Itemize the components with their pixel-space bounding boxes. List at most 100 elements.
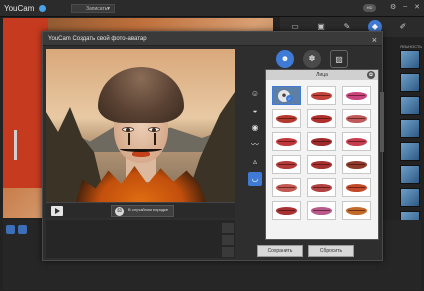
face-paint-stripe [128, 133, 130, 145]
preset-slot[interactable] [222, 247, 234, 257]
lips-swatch [276, 207, 297, 215]
preset-slot[interactable] [222, 235, 234, 245]
strip-label: ЯЛЬНОСТЬ [400, 44, 422, 49]
lips-swatch [346, 115, 367, 123]
palette-icon[interactable]: ✿ [367, 71, 375, 79]
record-dropdown[interactable]: Записать ▼ [71, 4, 115, 13]
face-mode-icon[interactable]: ☻ [276, 50, 294, 68]
lips-swatch [346, 161, 367, 169]
info-icon[interactable] [39, 5, 46, 12]
video-icon[interactable] [18, 225, 27, 234]
lips-option[interactable] [307, 201, 336, 220]
dialog-title: YouCam Создать свой фото-аватар × [43, 32, 382, 46]
lips-swatch [346, 207, 367, 215]
eyebrows-icon[interactable]: 〰 [248, 138, 262, 152]
lips-swatch [276, 184, 297, 192]
create-avatar-dialog: YouCam Создать свой фото-аватар × ⚄ В сл… [42, 31, 384, 261]
lips-swatch [311, 184, 332, 192]
accessories-mode-icon[interactable]: ✽ [303, 50, 321, 68]
lips-option[interactable] [307, 178, 336, 197]
avatar-mustache [120, 146, 162, 152]
lips-swatch [311, 161, 332, 169]
eyes-icon[interactable]: ◉ [248, 121, 262, 135]
preset-scroll [222, 223, 234, 259]
minimize-icon[interactable]: – [403, 3, 407, 11]
lips-panel: Лица ✿ ☻ ✓ [265, 69, 379, 240]
lips-swatch [276, 115, 297, 123]
main-title-bar: YouCam Записать ▼ HD ⚙ – ✕ [0, 0, 424, 17]
lips-option[interactable] [272, 155, 301, 174]
avatar-preview [46, 49, 235, 202]
avatar-mode-tabs: ☻ ✽ ▨ [276, 50, 348, 68]
selected-badge-icon: ✓ [286, 95, 293, 102]
smile-icon[interactable]: ☺ [248, 87, 262, 101]
lips-swatch [346, 184, 367, 192]
lips-option[interactable] [272, 132, 301, 151]
app-name: YouCam [4, 4, 35, 13]
lips-option[interactable] [272, 201, 301, 220]
gallery-buttons [6, 225, 27, 234]
lips-icon[interactable]: ◡ [248, 172, 262, 186]
lips-swatch [311, 138, 332, 146]
lips-option-selected[interactable]: ☻ ✓ [272, 86, 301, 105]
lips-option[interactable] [342, 132, 371, 151]
left-eye [122, 127, 134, 132]
lips-option[interactable] [307, 155, 336, 174]
draw-icon[interactable]: ✐ [396, 20, 410, 34]
lips-option[interactable] [342, 109, 371, 128]
background-mode-icon[interactable]: ▨ [330, 50, 348, 68]
save-button[interactable]: Сохранить [257, 245, 303, 257]
hair-icon[interactable]: ◒ [248, 104, 262, 118]
thumbnail[interactable] [400, 119, 420, 138]
random-button[interactable]: ⚄ В случайном порядке [111, 205, 174, 217]
dialog-title-text: YouCam Создать свой фото-аватар [48, 36, 147, 42]
zoom-slider[interactable] [14, 130, 17, 160]
panel-title: Лица [316, 72, 328, 78]
face-paint-stripe [154, 133, 156, 145]
preview-controls: ⚄ В случайном порядке [46, 202, 235, 218]
panel-header: Лица ✿ [266, 70, 378, 80]
close-icon[interactable]: × [372, 33, 377, 47]
panel-scrollbar[interactable] [380, 92, 384, 240]
hd-badge: HD [363, 4, 376, 12]
lips-option[interactable] [307, 132, 336, 151]
nose-icon[interactable]: ▵ [248, 155, 262, 169]
lips-swatch [311, 115, 332, 123]
thumbnail[interactable] [400, 73, 420, 92]
thumbnail[interactable] [400, 188, 420, 207]
lips-option[interactable] [307, 109, 336, 128]
lips-option[interactable] [272, 178, 301, 197]
lips-swatch [311, 92, 332, 100]
window-controls: ⚙ – ✕ [390, 3, 420, 11]
random-button-label: В случайном порядке [128, 207, 169, 212]
lips-option[interactable] [342, 178, 371, 197]
effect-thumbnails [400, 50, 420, 234]
thumbnail[interactable] [400, 165, 420, 184]
preset-slot[interactable] [222, 223, 234, 233]
lips-swatch [276, 161, 297, 169]
preset-area [46, 220, 235, 258]
lips-option[interactable] [342, 201, 371, 220]
chevron-down-icon: ▼ [106, 6, 111, 12]
lips-option[interactable] [307, 86, 336, 105]
lips-option[interactable] [272, 109, 301, 128]
lips-grid: ☻ ✓ [272, 86, 376, 220]
camera-icon[interactable] [6, 225, 15, 234]
lips-option[interactable] [342, 155, 371, 174]
category-column: ☺ ◒ ◉ 〰 ▵ ◡ [246, 87, 264, 189]
lips-swatch [276, 138, 297, 146]
play-button[interactable] [51, 206, 63, 216]
right-eye [148, 127, 160, 132]
lips-swatch [346, 92, 367, 100]
record-label: Записать [86, 6, 108, 12]
settings-icon[interactable]: ⚙ [390, 3, 396, 11]
lips-swatch [346, 138, 367, 146]
close-window-icon[interactable]: ✕ [414, 3, 420, 11]
thumbnail[interactable] [400, 96, 420, 115]
lips-option[interactable] [342, 86, 371, 105]
thumbnail[interactable] [400, 142, 420, 161]
reset-button[interactable]: Сбросить [308, 245, 354, 257]
thumbnail[interactable] [400, 50, 420, 69]
lips-swatch [311, 207, 332, 215]
dice-icon: ⚄ [115, 207, 124, 216]
